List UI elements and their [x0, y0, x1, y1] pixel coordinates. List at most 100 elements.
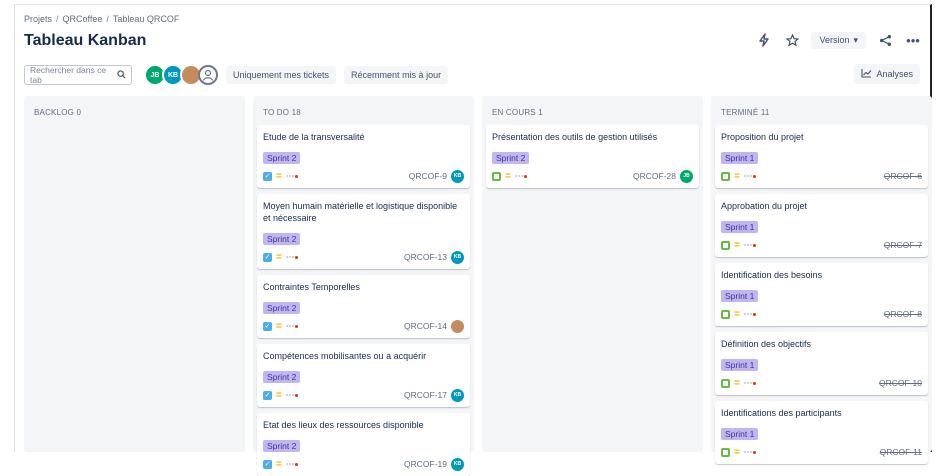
assignee-avatar[interactable]: KB — [451, 169, 464, 183]
card-key-area: QRCOF-11 — [880, 447, 922, 457]
more-icon[interactable]: ••• — [904, 31, 922, 49]
breadcrumb: Projets / QRCoffee / Tableau QRCOF — [24, 14, 179, 24]
priority-medium-icon: = — [734, 170, 740, 182]
assignee-avatar[interactable]: KB — [451, 388, 464, 402]
issue-key[interactable]: QRCOF-6 — [884, 171, 922, 181]
card-title: Identifications des participants — [721, 408, 842, 418]
chart-line-icon — [861, 68, 872, 80]
board-column: BACKLOG 0 — [24, 96, 245, 452]
issue-card[interactable]: Compétences mobilisantes ou a acquérir Sp… — [257, 344, 470, 407]
board-column: EN COURS 1 Présentation des outils de ges… — [482, 96, 703, 452]
issue-key[interactable]: QRCOF-13 — [404, 252, 447, 262]
sprint-badge: Sprint 2 — [263, 152, 301, 164]
filter-recent-button[interactable]: Récemment mis à jour — [344, 66, 449, 84]
issue-card[interactable]: Identifications des participants Sprint 1… — [715, 401, 928, 464]
card-meta: ✓ = — [263, 458, 298, 470]
priority-medium-icon: = — [276, 170, 282, 182]
story-type-icon — [492, 171, 501, 181]
priority-medium-icon: = — [734, 377, 740, 389]
task-type-icon: ✓ — [263, 390, 272, 400]
assignee-avatar[interactable]: KB — [451, 457, 464, 471]
issue-card[interactable]: Moyen humain matérielle et logistique di… — [257, 194, 470, 269]
page-title: Tableau Kanban — [24, 32, 147, 49]
analyses-button[interactable]: Analyses — [854, 64, 920, 84]
story-type-icon — [721, 378, 730, 388]
issue-card[interactable]: Proposition du projet Sprint 1 = QRCOF-6 — [715, 125, 928, 188]
priority-medium-icon: = — [276, 320, 282, 332]
card-key-area: QRCOF-8 — [884, 309, 922, 319]
priority-medium-icon: = — [734, 308, 740, 320]
issue-key[interactable]: QRCOF-11 — [880, 447, 922, 457]
card-key-area: QRCOF-19 KB — [404, 457, 464, 471]
card-key-area: QRCOF-10 — [879, 378, 922, 388]
card-title: Etat des lieux des ressources disponible — [263, 420, 424, 430]
card-meta: = — [721, 377, 756, 389]
card-key-area: QRCOF-6 — [884, 171, 922, 181]
card-meta: ✓ = — [263, 320, 298, 332]
avatar-user-icon[interactable] — [198, 65, 218, 85]
column-header: TERMINÉ 11 — [721, 108, 770, 117]
estimate-dots-icon — [285, 324, 298, 328]
issue-key[interactable]: QRCOF-19 — [404, 459, 447, 469]
priority-medium-icon: = — [505, 170, 511, 182]
card-title: Moyen humain matérielle et logistique di… — [263, 201, 458, 223]
card-title: Approbation du projet — [721, 201, 808, 211]
story-type-icon — [721, 447, 730, 457]
issue-card[interactable]: Approbation du projet Sprint 1 = QRCOF-7 — [715, 194, 928, 257]
issue-key[interactable]: QRCOF-17 — [404, 390, 447, 400]
card-title: Identification des besoins — [721, 270, 823, 280]
estimate-dots-icon — [743, 174, 756, 178]
issue-card[interactable]: Présentation des outils de gestion utili… — [486, 125, 699, 188]
issue-key[interactable]: QRCOF-9 — [409, 171, 447, 181]
priority-medium-icon: = — [276, 458, 282, 470]
sprint-badge: Sprint 2 — [263, 440, 301, 452]
breadcrumb-separator: / — [106, 14, 109, 24]
card-meta: = — [492, 170, 527, 182]
card-meta: ✓ = — [263, 252, 298, 262]
card-meta: ✓ = — [263, 390, 298, 400]
sprint-badge: Sprint 1 — [721, 152, 759, 164]
sprint-badge: Sprint 1 — [721, 359, 759, 371]
card-key-area: QRCOF-14 — [404, 319, 464, 333]
filter-mine-button[interactable]: Uniquement mes tickets — [226, 66, 337, 84]
issue-key[interactable]: QRCOF-7 — [884, 240, 922, 250]
toolbar: Rechercher dans ce tab JB KB Uniquement … — [24, 64, 449, 86]
star-icon[interactable] — [783, 31, 801, 49]
card-footer: ✓ = QRCOF-14 — [263, 319, 464, 333]
card-list: Présentation des outils de gestion utili… — [482, 125, 703, 188]
card-footer: ✓ = QRCOF-19 KB — [263, 457, 464, 471]
card-footer: = QRCOF-6 — [721, 169, 922, 183]
card-footer: = QRCOF-11 — [721, 445, 922, 459]
issue-card[interactable]: Définition des objectifs Sprint 1 = QRCOF-1… — [715, 332, 928, 395]
kanban-board: BACKLOG 0 TO DO 18 Etude de la transversal… — [24, 96, 932, 476]
task-type-icon: ✓ — [263, 171, 272, 181]
version-button[interactable]: Version ▾ — [811, 31, 866, 49]
issue-card[interactable]: Etude de la transversalité Sprint 2 ✓ = QRCO… — [257, 125, 470, 188]
assignee-avatar[interactable]: KB — [451, 250, 464, 264]
card-list: Proposition du projet Sprint 1 = QRCOF-6 App… — [711, 125, 932, 464]
breadcrumb-board[interactable]: Tableau QRCOF — [113, 14, 180, 24]
breadcrumb-projects[interactable]: Projets — [24, 14, 52, 24]
assignee-avatar[interactable]: JB — [680, 169, 693, 183]
card-footer: = QRCOF-8 — [721, 307, 922, 321]
breadcrumb-project[interactable]: QRCoffee — [63, 14, 103, 24]
estimate-dots-icon — [743, 381, 756, 385]
analyses-label: Analyses — [876, 69, 913, 79]
issue-key[interactable]: QRCOF-10 — [879, 378, 922, 388]
estimate-dots-icon — [743, 450, 756, 454]
issue-card[interactable]: Identification des besoins Sprint 1 = QRCOF… — [715, 263, 928, 326]
share-icon[interactable] — [876, 31, 894, 49]
issue-key[interactable]: QRCOF-8 — [884, 309, 922, 319]
lightning-icon[interactable] — [755, 31, 773, 49]
task-type-icon: ✓ — [263, 321, 272, 331]
card-key-area: QRCOF-28 JB — [633, 169, 693, 183]
issue-card[interactable]: Contraintes Temporelles Sprint 2 ✓ = QRCOF-1… — [257, 275, 470, 338]
search-placeholder: Rechercher dans ce tab — [30, 65, 107, 85]
search-input[interactable]: Rechercher dans ce tab — [24, 65, 132, 85]
issue-key[interactable]: QRCOF-14 — [404, 321, 447, 331]
card-footer: ✓ = QRCOF-13 KB — [263, 250, 464, 264]
issue-key[interactable]: QRCOF-28 — [633, 171, 676, 181]
assignee-avatar[interactable] — [451, 319, 464, 333]
column-header: TO DO 18 — [263, 108, 301, 117]
issue-card[interactable]: Etat des lieux des ressources disponible… — [257, 413, 470, 476]
